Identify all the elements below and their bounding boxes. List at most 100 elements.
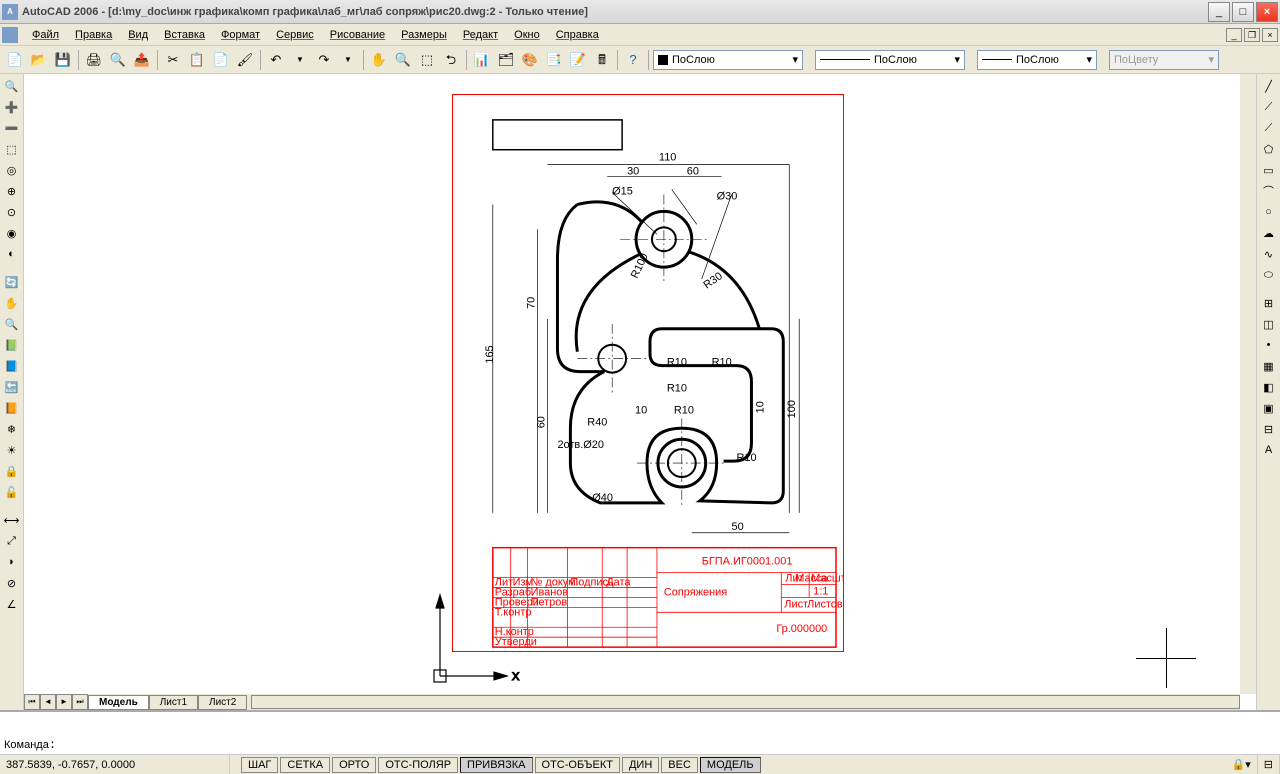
markup-button[interactable]: 📝 [567, 49, 589, 71]
drawing-canvas[interactable]: 110 30 60 Ø15 Ø30 R30 R100 70 165 60 R10… [24, 74, 1256, 710]
tab-prev-button[interactable]: ◄ [40, 694, 56, 710]
open-button[interactable]: 📂 [28, 49, 50, 71]
menu-draw[interactable]: Рисование [322, 27, 393, 43]
menu-window[interactable]: Окно [506, 27, 548, 43]
radius-dim-icon[interactable]: ◗ [2, 552, 22, 572]
lock-icon[interactable]: 🔒 [2, 461, 22, 481]
tab-model[interactable]: Модель [88, 695, 149, 710]
lineweight-select[interactable]: ПоСлою▾ [977, 50, 1097, 70]
horizontal-scrollbar[interactable] [251, 695, 1240, 709]
close-button[interactable]: × [1256, 2, 1278, 22]
paste-button[interactable]: 📄 [210, 49, 232, 71]
status-lock-icon[interactable]: 🔒▾ [1226, 755, 1258, 774]
undo-button[interactable]: ↶ [265, 49, 287, 71]
menu-edit[interactable]: Правка [67, 27, 120, 43]
layer-icon[interactable]: 📗 [2, 335, 22, 355]
menu-modify[interactable]: Редакт [455, 27, 506, 43]
spline-icon[interactable]: ∿ [1259, 244, 1279, 264]
print-button[interactable]: 🖨 [83, 49, 105, 71]
palette-button[interactable]: 🎨 [519, 49, 541, 71]
menu-view[interactable]: Вид [120, 27, 156, 43]
insert-icon[interactable]: ⊞ [1259, 293, 1279, 313]
thaw-icon[interactable]: ☀ [2, 440, 22, 460]
layer-select[interactable]: ПоСлою▾ [653, 50, 803, 70]
linetype-select[interactable]: ПоСлою▾ [815, 50, 965, 70]
zoom-center-icon[interactable]: ⊙ [2, 202, 22, 222]
menu-insert[interactable]: Вставка [156, 27, 213, 43]
status-lwt[interactable]: ВЕС [661, 757, 698, 773]
status-otrack[interactable]: ОТС-ОБЪЕКТ [535, 757, 620, 773]
orbit-icon[interactable]: 🔄 [2, 272, 22, 292]
tab-first-button[interactable]: ⏮ [24, 694, 40, 710]
zoom-obj-icon[interactable]: ◉ [2, 223, 22, 243]
zoom-in-icon[interactable]: ➕ [2, 97, 22, 117]
command-area[interactable]: Команда: [0, 710, 1280, 754]
menu-format[interactable]: Формат [213, 27, 268, 43]
circle-icon[interactable]: ○ [1259, 202, 1279, 222]
help-button[interactable]: ? [622, 49, 644, 71]
menu-dimension[interactable]: Размеры [393, 27, 455, 43]
rectangle-icon[interactable]: ▭ [1259, 160, 1279, 180]
match-button[interactable]: 🖌 [234, 49, 256, 71]
pan-button[interactable]: ✋ [368, 49, 390, 71]
status-grid[interactable]: СЕТКА [280, 757, 330, 773]
status-tray-icon[interactable]: ⊟ [1258, 755, 1280, 774]
calc-button[interactable]: 🖩 [591, 49, 613, 71]
tab-layout2[interactable]: Лист2 [198, 695, 247, 710]
line-icon[interactable]: ╱ [1259, 76, 1279, 96]
ellipse-icon[interactable]: ⬭ [1259, 265, 1279, 285]
tab-layout1[interactable]: Лист1 [149, 695, 198, 710]
mdi-minimize-button[interactable]: _ [1226, 28, 1242, 42]
vertical-scrollbar[interactable] [1240, 74, 1256, 694]
text-icon[interactable]: A [1259, 440, 1279, 460]
sheet-button[interactable]: 📑 [543, 49, 565, 71]
layer-prev-icon[interactable]: 🔙 [2, 377, 22, 397]
redo-button[interactable]: ↷ [313, 49, 335, 71]
zoom-rt-button[interactable]: 🔍 [392, 49, 414, 71]
layers-icon[interactable]: 📘 [2, 356, 22, 376]
hatch-icon[interactable]: ▦ [1259, 356, 1279, 376]
status-ortho[interactable]: ОРТО [332, 757, 376, 773]
zoom-dyn-icon[interactable]: ◐ [2, 244, 22, 264]
tab-next-button[interactable]: ► [56, 694, 72, 710]
zoom-ext-icon[interactable]: ⬚ [2, 139, 22, 159]
diameter-dim-icon[interactable]: ⊘ [2, 573, 22, 593]
mdi-restore-button[interactable]: ❐ [1244, 28, 1260, 42]
zoom-rt2-icon[interactable]: 🔍 [2, 314, 22, 334]
unlock-icon[interactable]: 🔓 [2, 482, 22, 502]
publish-button[interactable]: 📤 [131, 49, 153, 71]
props-button[interactable]: 📊 [471, 49, 493, 71]
aligned-dim-icon[interactable]: ⤢ [2, 531, 22, 551]
redo-drop-button[interactable]: ▼ [337, 49, 359, 71]
mdi-close-button[interactable]: × [1262, 28, 1278, 42]
menu-help[interactable]: Справка [548, 27, 607, 43]
menu-tools[interactable]: Сервис [268, 27, 322, 43]
revcloud-icon[interactable]: ☁ [1259, 223, 1279, 243]
point-icon[interactable]: • [1259, 335, 1279, 355]
gradient-icon[interactable]: ◧ [1259, 377, 1279, 397]
tab-last-button[interactable]: ⏭ [72, 694, 88, 710]
block-icon[interactable]: ◫ [1259, 314, 1279, 334]
polygon-icon[interactable]: ⬠ [1259, 139, 1279, 159]
zoom-tool-icon[interactable]: 🔍 [2, 76, 22, 96]
dcenter-button[interactable]: 🗂 [495, 49, 517, 71]
layer-state-icon[interactable]: 📙 [2, 398, 22, 418]
status-model[interactable]: МОДЕЛЬ [700, 757, 761, 773]
status-dyn[interactable]: ДИН [622, 757, 659, 773]
zoom-prev-button[interactable]: ⮌ [440, 49, 462, 71]
zoom-scale-icon[interactable]: ⊕ [2, 181, 22, 201]
region-icon[interactable]: ▣ [1259, 398, 1279, 418]
arc-icon[interactable]: ⌒ [1259, 181, 1279, 201]
minimize-button[interactable]: _ [1208, 2, 1230, 22]
maximize-button[interactable]: □ [1232, 2, 1254, 22]
zoom-out-icon[interactable]: ➖ [2, 118, 22, 138]
save-button[interactable]: 💾 [52, 49, 74, 71]
preview-button[interactable]: 🔍 [107, 49, 129, 71]
status-polar[interactable]: ОТС-ПОЛЯР [378, 757, 458, 773]
menu-file[interactable]: Файл [24, 27, 67, 43]
angular-dim-icon[interactable]: ∠ [2, 594, 22, 614]
status-osnap[interactable]: ПРИВЯЗКА [460, 757, 532, 773]
linear-dim-icon[interactable]: ⟷ [2, 510, 22, 530]
xline-icon[interactable]: ⟋ [1259, 97, 1279, 117]
undo-drop-button[interactable]: ▼ [289, 49, 311, 71]
